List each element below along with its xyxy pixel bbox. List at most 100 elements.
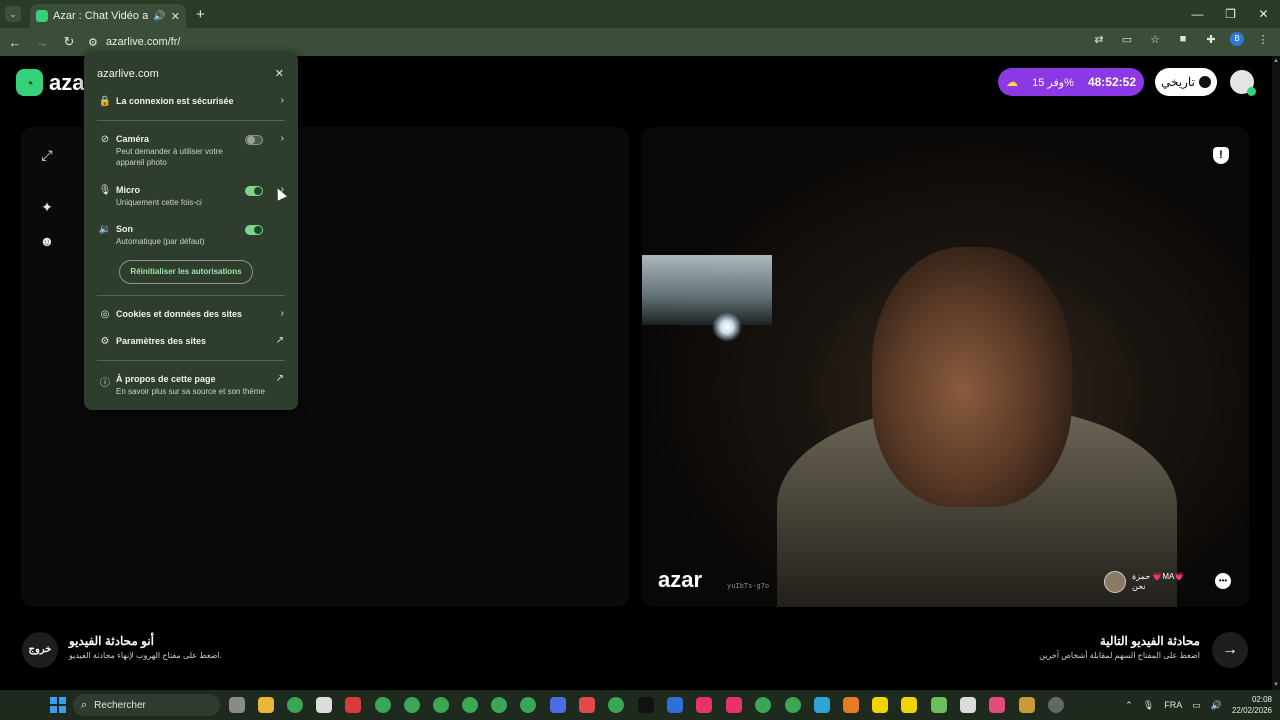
sound-toggle[interactable] bbox=[245, 225, 263, 235]
chrome-icon[interactable] bbox=[433, 697, 449, 713]
menu-kebab-icon[interactable]: ⋮ bbox=[1254, 33, 1272, 46]
azar-logo[interactable]: ◔ azar bbox=[16, 69, 93, 96]
extension-icon[interactable]: ■ bbox=[1174, 33, 1192, 45]
task-view-icon[interactable] bbox=[229, 697, 245, 713]
chevron-right-icon: › bbox=[280, 308, 284, 319]
history-label: تاريخي bbox=[1161, 75, 1195, 89]
restore-button[interactable]: ❐ bbox=[1214, 0, 1247, 28]
clock-date: 22/02/2026 bbox=[1231, 706, 1272, 715]
azar-watermark: azar bbox=[658, 567, 703, 592]
app-icon[interactable] bbox=[843, 697, 859, 713]
translate-icon[interactable]: ⇄ bbox=[1090, 33, 1108, 46]
minimize-button[interactable]: — bbox=[1181, 0, 1214, 28]
tab-title: Azar : Chat Vidéo avec de bbox=[53, 10, 149, 22]
report-shield-icon[interactable]: ! bbox=[1213, 147, 1229, 164]
sticky-notes-icon[interactable] bbox=[872, 697, 888, 713]
app-icon[interactable] bbox=[931, 697, 947, 713]
camera-toggle[interactable] bbox=[245, 135, 263, 145]
app-icon[interactable] bbox=[960, 697, 976, 713]
p-app-icon[interactable] bbox=[667, 697, 683, 713]
taskbar-search[interactable]: ⌕ Rechercher bbox=[73, 694, 220, 716]
camera-app-icon[interactable] bbox=[345, 697, 361, 713]
exit-button[interactable]: خروج bbox=[22, 632, 58, 668]
tab-strip: ⌄ Azar : Chat Vidéo avec de 🔊 ✕ + — ❐ ✕ bbox=[0, 0, 1280, 28]
user-avatar[interactable] bbox=[1230, 70, 1256, 96]
windows-taskbar: ⌕ Rechercher ⌃ 🎙 FRA ▭ 🔊 02:08 22/02/202… bbox=[0, 690, 1280, 720]
chrome-icon[interactable] bbox=[755, 697, 771, 713]
d-app-icon[interactable] bbox=[696, 697, 712, 713]
url-text[interactable]: azarlive.com/fr/ bbox=[106, 36, 181, 48]
chrome-icon[interactable] bbox=[404, 697, 420, 713]
app-icon[interactable] bbox=[814, 697, 830, 713]
lock-icon: 🔒 bbox=[98, 96, 112, 107]
close-icon[interactable]: ✕ bbox=[275, 67, 284, 80]
chrome-icon[interactable] bbox=[608, 697, 624, 713]
camera-label: Caméra bbox=[116, 134, 150, 144]
chat-bubble-icon[interactable]: ••• bbox=[1215, 573, 1231, 589]
camera-desc: Peut demander à utiliser votre appareil … bbox=[116, 147, 223, 167]
chrome-icon[interactable] bbox=[375, 697, 391, 713]
face-filter-icon[interactable]: ☻ bbox=[39, 233, 55, 249]
tab-search-dropdown[interactable]: ⌄ bbox=[5, 6, 21, 22]
end-chat-title: أنو محادثة الفيديو bbox=[69, 634, 155, 648]
history-button[interactable]: تاريخي bbox=[1155, 68, 1217, 96]
page-scrollbar[interactable]: ▲ ▼ bbox=[1272, 56, 1280, 690]
promo-badge[interactable]: ☁ وفر 15% 48:52:52 bbox=[998, 68, 1144, 96]
microphone-icon[interactable]: 🎙 bbox=[1143, 700, 1154, 711]
peer-face bbox=[872, 247, 1072, 507]
sticky-notes-icon[interactable] bbox=[901, 697, 917, 713]
chevron-up-icon[interactable]: ⌃ bbox=[1125, 700, 1133, 711]
divider bbox=[97, 120, 285, 121]
popup-host: azarlive.com bbox=[97, 68, 159, 80]
x-icon[interactable] bbox=[638, 697, 654, 713]
reload-button[interactable]: ↻ bbox=[57, 34, 81, 50]
display-icon[interactable]: ▭ bbox=[1192, 700, 1201, 711]
d-app-icon[interactable] bbox=[726, 697, 742, 713]
divider bbox=[97, 360, 285, 361]
chrome-icon[interactable] bbox=[491, 697, 507, 713]
new-tab-button[interactable]: + bbox=[196, 6, 205, 23]
scroll-up-icon: ▲ bbox=[1273, 58, 1279, 64]
close-window-button[interactable]: ✕ bbox=[1247, 0, 1280, 28]
site-info-popup: azarlive.com ✕ 🔒 La connexion est sécuri… bbox=[84, 52, 298, 410]
forward-button[interactable]: → bbox=[30, 35, 54, 50]
info-icon: ⓘ bbox=[100, 378, 110, 389]
active-tab[interactable]: Azar : Chat Vidéo avec de 🔊 ✕ bbox=[30, 4, 186, 28]
extensions-puzzle-icon[interactable]: ✚ bbox=[1202, 33, 1220, 46]
app-icon[interactable] bbox=[989, 697, 1005, 713]
language-indicator[interactable]: FRA bbox=[1164, 700, 1182, 710]
back-button[interactable]: ← bbox=[3, 35, 27, 50]
clock[interactable]: 02:08 22/02/2026 bbox=[1232, 694, 1272, 716]
cast-icon[interactable]: ▭ bbox=[1118, 33, 1136, 46]
chrome-icon[interactable] bbox=[462, 697, 478, 713]
profile-avatar[interactable]: B bbox=[1230, 32, 1244, 46]
close-tab-icon[interactable]: ✕ bbox=[171, 10, 180, 23]
window-controls: — ❐ ✕ bbox=[1181, 0, 1280, 28]
site-info-icon[interactable]: ⚙ bbox=[88, 36, 98, 49]
micro-toggle[interactable] bbox=[245, 186, 263, 196]
windows-start-icon[interactable] bbox=[50, 697, 66, 713]
expand-icon[interactable]: ⤢ bbox=[39, 147, 55, 163]
chevron-right-icon[interactable]: › bbox=[281, 133, 284, 144]
teams-icon[interactable] bbox=[550, 697, 566, 713]
peer-video-panel: ! azar yuIbTs-g7o حمزة 💗MA💗 نحن ••• bbox=[642, 127, 1249, 607]
peer-info[interactable]: حمزة 💗MA💗 نحن bbox=[1104, 571, 1184, 593]
store-icon[interactable] bbox=[316, 697, 332, 713]
chrome-icon[interactable] bbox=[785, 697, 801, 713]
app-icon[interactable] bbox=[1048, 697, 1064, 713]
chrome-icon[interactable] bbox=[520, 697, 536, 713]
volume-icon[interactable]: 🔊 bbox=[1211, 700, 1222, 711]
street-light bbox=[712, 312, 742, 342]
magic-wand-icon[interactable]: ✦ bbox=[39, 199, 55, 215]
chrome-icon[interactable] bbox=[287, 697, 303, 713]
bookmark-star-icon[interactable]: ☆ bbox=[1146, 33, 1164, 46]
app-icon[interactable] bbox=[1019, 697, 1035, 713]
omnibox[interactable]: ⚙ azarlive.com/fr/ bbox=[80, 31, 1090, 53]
reset-permissions-button[interactable]: Réinitialiser les autorisations bbox=[119, 260, 253, 284]
file-explorer-icon[interactable] bbox=[258, 697, 274, 713]
gear-icon: ⚙ bbox=[100, 336, 110, 347]
app-icon[interactable] bbox=[579, 697, 595, 713]
cookie-icon: ◎ bbox=[100, 309, 110, 320]
speaker-icon[interactable]: 🔊 bbox=[153, 11, 165, 22]
next-arrow-button[interactable]: → bbox=[1212, 632, 1248, 668]
